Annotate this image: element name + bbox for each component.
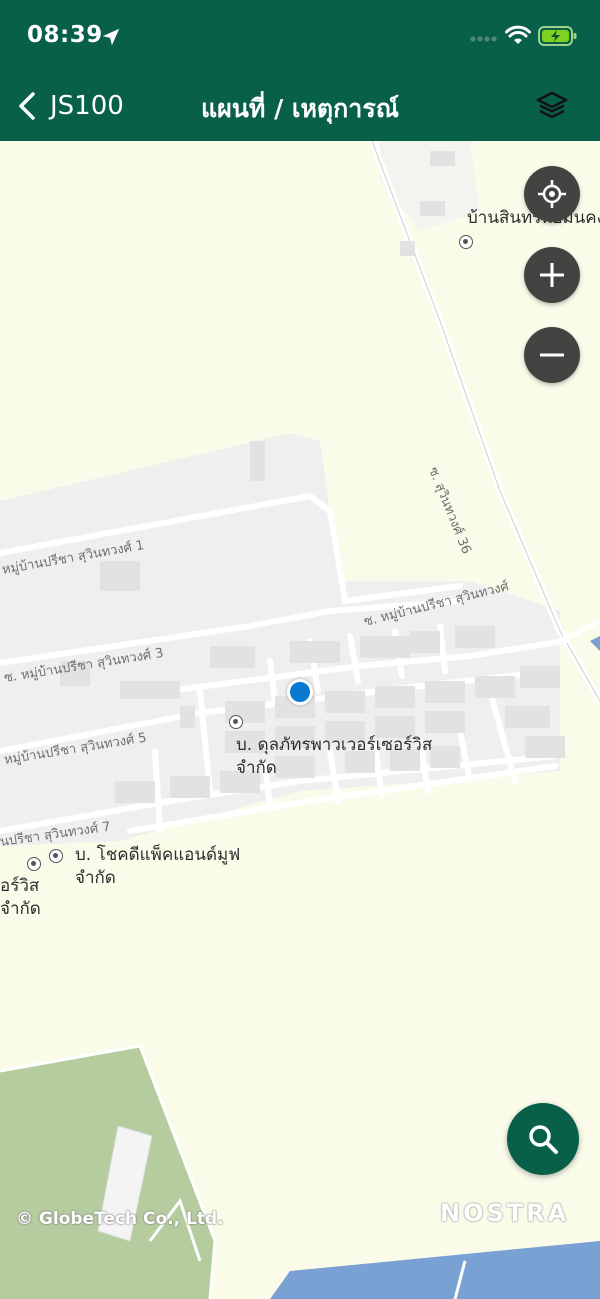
zoom-in-button[interactable] (524, 247, 580, 303)
plus-icon (540, 263, 564, 287)
poi-label[interactable]: บ. โชคดีแพ็คแอนด์มูฟ จำกัด (75, 844, 240, 890)
app-header: 08:39 JS100 แผนที่ / เหตุการณ์ (0, 0, 600, 141)
crosshair-icon (538, 180, 566, 208)
page-title: แผนที่ / เหตุการณ์ (201, 94, 399, 123)
navigation-bar: JS100 แผนที่ / เหตุการณ์ (0, 72, 600, 141)
poi-marker-icon[interactable] (27, 857, 41, 871)
search-icon (529, 1125, 558, 1154)
wifi-icon (505, 25, 531, 44)
search-button[interactable] (507, 1103, 579, 1175)
cellular-signal-icon (470, 36, 497, 42)
map-copyright: © GlobeTech Co., Ltd. (16, 1209, 224, 1229)
poi-label[interactable]: บ. ดุลภัทรพาวเวอร์เซอร์วิส จำกัด (236, 734, 432, 780)
locate-button[interactable] (524, 166, 580, 222)
poi-marker-icon[interactable] (229, 715, 243, 729)
minus-icon (540, 353, 564, 357)
status-time: 08:39 (27, 22, 103, 48)
poi-label[interactable]: อร์วิส จำกัด (0, 875, 41, 921)
map-brand-logo: NOSTRA (440, 1199, 570, 1227)
battery-charging-icon (538, 26, 577, 46)
layers-icon (536, 91, 568, 119)
location-arrow-icon (102, 28, 120, 46)
back-label: JS100 (50, 91, 124, 121)
layers-button[interactable] (530, 84, 574, 128)
zoom-out-button[interactable] (524, 327, 580, 383)
poi-marker-icon[interactable] (459, 235, 473, 249)
poi-marker-icon[interactable] (49, 849, 63, 863)
chevron-left-icon (19, 92, 35, 120)
user-location-marker (287, 679, 313, 705)
back-button[interactable]: JS100 (10, 84, 130, 128)
status-bar: 08:39 (0, 0, 600, 72)
